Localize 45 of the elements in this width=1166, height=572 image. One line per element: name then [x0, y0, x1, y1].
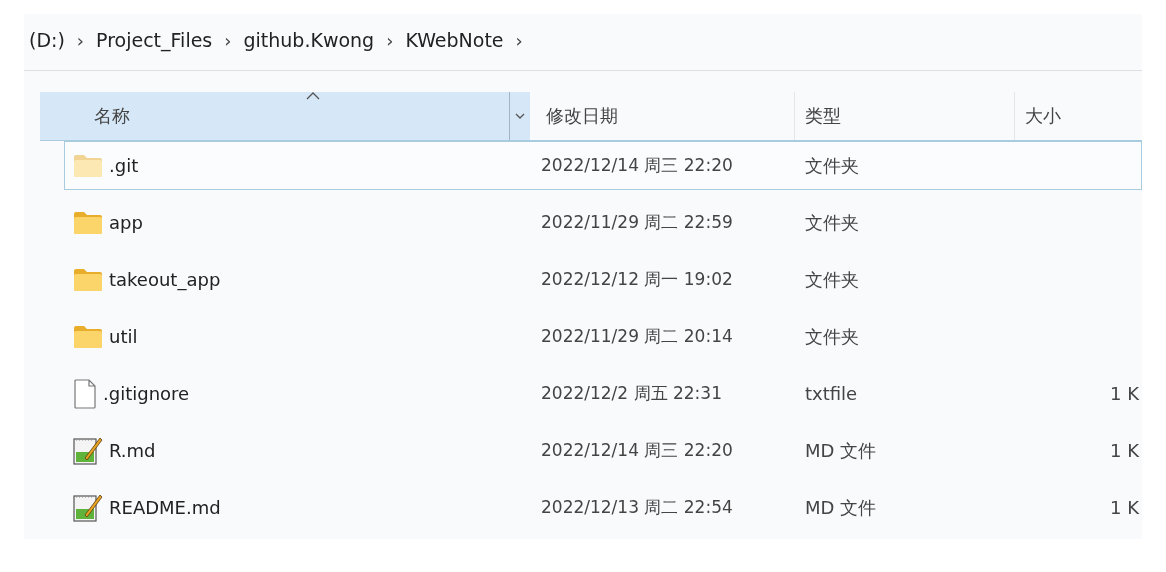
- file-type: 文件夹: [804, 210, 860, 235]
- file-size: 1 K: [1109, 383, 1140, 404]
- file-name: takeout_app: [109, 269, 221, 290]
- modified-date: 2022/11/29 周二 22:59: [540, 211, 734, 234]
- file-type: 文件夹: [804, 153, 860, 178]
- breadcrumb-separator: ›: [224, 29, 232, 51]
- file-type: MD 文件: [804, 438, 878, 463]
- file-name: README.md: [109, 497, 221, 518]
- breadcrumb-item[interactable]: KWebNote: [405, 29, 504, 51]
- column-dropdown-button[interactable]: [510, 92, 530, 140]
- file-type: txtfile: [804, 383, 859, 404]
- file-name: util: [109, 326, 138, 347]
- file-row[interactable]: .git 2022/12/14 周三 22:20 文件夹: [64, 141, 1142, 190]
- breadcrumb-separator: ›: [386, 29, 394, 51]
- file-name: .gitignore: [103, 383, 190, 404]
- modified-date: 2022/11/29 周二 20:14: [540, 325, 734, 348]
- breadcrumb-item[interactable]: Project_Files: [96, 29, 213, 51]
- file-type: 文件夹: [804, 324, 860, 349]
- file-row[interactable]: .gitignore 2022/12/2 周五 22:31 txtfile 1 K: [64, 369, 1142, 418]
- chevron-down-icon: [514, 112, 526, 120]
- column-header[interactable]: 大小: [1015, 92, 1142, 140]
- breadcrumb-separator: ›: [515, 29, 523, 51]
- modified-date: 2022/12/2 周五 22:31: [540, 382, 723, 405]
- file-row[interactable]: R.md 2022/12/14 周三 22:20 MD 文件 1 K: [64, 426, 1142, 475]
- file-row[interactable]: util 2022/11/29 周二 20:14 文件夹: [64, 312, 1142, 361]
- breadcrumb-item[interactable]: (D:): [29, 29, 65, 51]
- file-name: .git: [109, 155, 139, 176]
- column-header[interactable]: 修改日期: [530, 92, 795, 140]
- file-row[interactable]: app 2022/11/29 周二 22:59 文件夹: [64, 198, 1142, 247]
- column-header[interactable]: 类型: [795, 92, 1015, 140]
- breadcrumb-separator: ›: [76, 29, 85, 51]
- modified-date: 2022/12/13 周二 22:54: [540, 496, 734, 519]
- file-row[interactable]: takeout_app 2022/12/12 周一 19:02 文件夹: [64, 255, 1142, 304]
- file-name: app: [109, 212, 143, 233]
- file-type: 文件夹: [804, 267, 860, 292]
- modified-date: 2022/12/14 周三 22:20: [540, 154, 734, 177]
- breadcrumb-item[interactable]: github.Kwong: [243, 29, 375, 51]
- file-size: 1 K: [1109, 497, 1140, 518]
- file-type: MD 文件: [804, 495, 878, 520]
- column-header[interactable]: 名称: [40, 92, 510, 140]
- modified-date: 2022/12/12 周一 19:02: [540, 268, 734, 291]
- modified-date: 2022/12/14 周三 22:20: [540, 439, 734, 462]
- file-row[interactable]: README.md 2022/12/13 周二 22:54 MD 文件 1 K: [64, 483, 1142, 532]
- file-name: R.md: [109, 440, 156, 461]
- file-size: 1 K: [1109, 440, 1140, 461]
